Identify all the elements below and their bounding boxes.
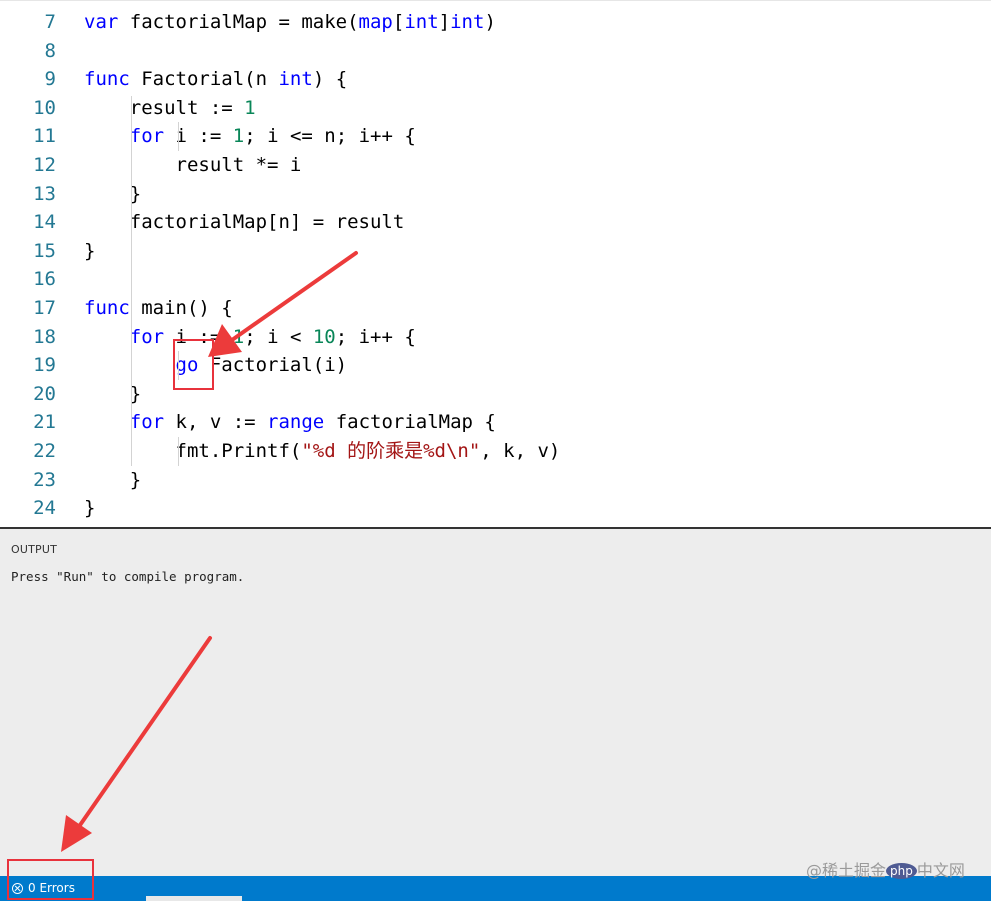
annotation-arrows <box>61 251 358 852</box>
arrow-to-go-keyword <box>208 251 358 357</box>
arrow-to-errors <box>61 636 212 852</box>
